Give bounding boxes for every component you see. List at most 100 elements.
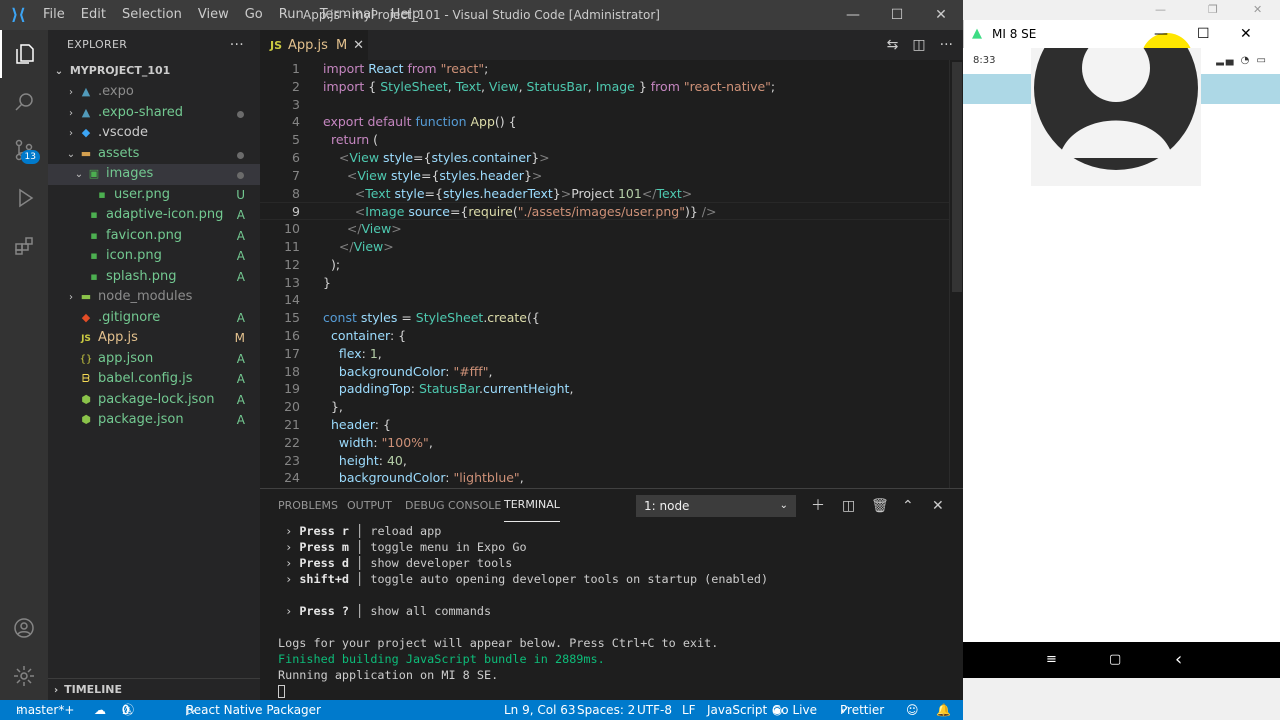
outer-minimize-icon[interactable]: —: [1155, 0, 1166, 20]
chevron-down-icon: ⌄: [74, 169, 84, 180]
code-line[interactable]: 11 </View>: [260, 238, 950, 256]
code-line[interactable]: 1 import React from "react";: [260, 60, 950, 78]
tab-app-js[interactable]: JS App.js M ✕: [260, 30, 368, 60]
home-nav-icon[interactable]: ▢: [1109, 642, 1121, 678]
tree-item-favicon[interactable]: ▪ favicon.png A: [48, 226, 260, 247]
tree-item-package-lock[interactable]: ⬢ package-lock.json A: [48, 390, 260, 411]
sync-icon[interactable]: ☁: [94, 700, 106, 720]
code-line[interactable]: 16 container: {: [260, 327, 950, 345]
terminal-output[interactable]: › Press r │ reload app › Press m │ toggl…: [278, 523, 768, 699]
emulator-minimize-button[interactable]: —: [1154, 20, 1168, 48]
search-icon[interactable]: [0, 78, 48, 126]
outer-close-icon[interactable]: ✕: [1253, 0, 1262, 20]
code-line[interactable]: 12 );: [260, 256, 950, 274]
tree-item-vscode[interactable]: › ◆ .vscode: [48, 123, 260, 144]
tree-item-node-modules[interactable]: › ▬ node_modules: [48, 287, 260, 308]
code-line[interactable]: 10 </View>: [260, 220, 950, 238]
back-nav-icon[interactable]: ‹: [1175, 642, 1182, 678]
tree-item-gitignore[interactable]: ◆ .gitignore A: [48, 308, 260, 329]
code-line[interactable]: 6 <View style={styles.container}>: [260, 149, 950, 167]
code-line[interactable]: 21 header: {: [260, 416, 950, 434]
outer-restore-icon[interactable]: ❐: [1208, 0, 1218, 20]
close-button[interactable]: ✕: [919, 0, 963, 30]
tree-item-adaptive-icon[interactable]: ▪ adaptive-icon.png A: [48, 205, 260, 226]
chevron-up-icon[interactable]: ⌃: [902, 489, 914, 523]
code-line[interactable]: 23 height: 40,: [260, 452, 950, 470]
code-line[interactable]: 7 <View style={styles.header}>: [260, 167, 950, 185]
code-line[interactable]: 8 <Text style={styles.headerText}>Projec…: [260, 185, 950, 203]
new-terminal-icon[interactable]: ＋: [811, 489, 825, 523]
tree-item-package-json[interactable]: ⬢ package.json A: [48, 410, 260, 431]
language-mode[interactable]: JavaScript: [707, 700, 767, 720]
code-line[interactable]: 4 export default function App() {: [260, 113, 950, 131]
scrollbar-thumb[interactable]: [952, 62, 962, 292]
close-panel-icon[interactable]: ✕: [932, 489, 944, 523]
code-line[interactable]: 19 paddingTop: StatusBar.currentHeight,: [260, 380, 950, 398]
menu-selection[interactable]: Selection: [114, 0, 190, 30]
run-debug-icon[interactable]: [0, 174, 48, 222]
line-ending[interactable]: LF: [682, 700, 696, 720]
bell-icon[interactable]: 🔔: [936, 700, 951, 720]
menu-nav-icon[interactable]: ≡: [1046, 642, 1057, 678]
code-line[interactable]: 17 flex: 1,: [260, 345, 950, 363]
explorer-icon[interactable]: [0, 30, 48, 78]
tree-item-splash[interactable]: ▪ splash.png A: [48, 267, 260, 288]
emulator-close-button[interactable]: ✕: [1240, 20, 1252, 48]
code-line[interactable]: 5 return (: [260, 131, 950, 149]
encoding[interactable]: UTF-8: [637, 700, 672, 720]
feedback-icon[interactable]: ☺: [906, 700, 919, 720]
maximize-button[interactable]: ☐: [875, 0, 919, 30]
account-icon[interactable]: [0, 604, 48, 652]
trash-icon[interactable]: 🗑: [871, 489, 889, 523]
terminal-select[interactable]: 1: node ⌄: [636, 495, 796, 517]
split-editor-icon[interactable]: ◫: [912, 30, 925, 60]
source-control-icon[interactable]: 13: [0, 126, 48, 174]
code-line[interactable]: 3: [260, 96, 950, 114]
tree-item-expo-shared[interactable]: › ▲ .expo-shared: [48, 103, 260, 124]
settings-gear-icon[interactable]: [0, 652, 48, 700]
close-tab-icon[interactable]: ✕: [353, 38, 364, 53]
open-changes-icon[interactable]: ⇆: [887, 30, 899, 60]
tab-output[interactable]: OUTPUT: [347, 489, 392, 523]
tree-item-app-js[interactable]: JS App.js M: [48, 328, 260, 349]
menu-view[interactable]: View: [190, 0, 237, 30]
more-actions-icon[interactable]: ···: [230, 30, 244, 60]
tab-debug-console[interactable]: DEBUG CONSOLE: [405, 489, 501, 523]
code-line[interactable]: 2 import { StyleSheet, Text, View, Status…: [260, 78, 950, 96]
tab-terminal[interactable]: TERMINAL: [504, 489, 560, 522]
extensions-icon[interactable]: [0, 222, 48, 270]
code-line[interactable]: 20 },: [260, 398, 950, 416]
code-line[interactable]: 15 const styles = StyleSheet.create({: [260, 309, 950, 327]
menu-edit[interactable]: Edit: [73, 0, 114, 30]
tab-problems[interactable]: PROBLEMS: [278, 489, 338, 523]
split-terminal-icon[interactable]: ◫: [842, 489, 855, 523]
code-line[interactable]: 22 width: "100%",: [260, 434, 950, 452]
timeline-section[interactable]: › TIMELINE: [48, 678, 260, 700]
tree-item-assets[interactable]: ⌄ ▬ assets: [48, 144, 260, 165]
code-line[interactable]: 14: [260, 291, 950, 309]
tree-item-icon-png[interactable]: ▪ icon.png A: [48, 246, 260, 267]
code-line[interactable]: 9 <Image source={require("./assets/image…: [260, 202, 950, 221]
tree-item-label: splash.png: [106, 268, 177, 284]
menu-file[interactable]: File: [35, 0, 73, 30]
code-line[interactable]: 24 backgroundColor: "lightblue",: [260, 469, 950, 487]
tree-item-expo[interactable]: › ▲ .expo: [48, 82, 260, 103]
tree-item-images[interactable]: ⌄ ▣ images: [48, 164, 260, 185]
tree-item-babel-config[interactable]: ᗷ babel.config.js A: [48, 369, 260, 390]
menu-help[interactable]: Help: [383, 0, 429, 30]
project-folder[interactable]: ⌄ MYPROJECT_101: [48, 60, 260, 82]
cursor-position[interactable]: Ln 9, Col 63: [504, 700, 576, 720]
code-line[interactable]: 13}: [260, 274, 950, 292]
indentation[interactable]: Spaces: 2: [577, 700, 635, 720]
code-line[interactable]: 18 backgroundColor: "#fff",: [260, 363, 950, 381]
code-editor[interactable]: 1 import React from "react"; 2 import { Sty…: [260, 60, 950, 488]
menu-go[interactable]: Go: [237, 0, 271, 30]
tree-item-app-json[interactable]: {} app.json A: [48, 349, 260, 370]
editor-scrollbar[interactable]: [949, 60, 963, 488]
tree-item-user-png[interactable]: ▪ user.png U: [48, 185, 260, 206]
more-actions-icon[interactable]: ···: [940, 30, 953, 60]
emulator-maximize-button[interactable]: ☐: [1197, 20, 1210, 48]
menu-terminal[interactable]: Terminal: [312, 0, 383, 30]
menu-run[interactable]: Run: [271, 0, 312, 30]
minimize-button[interactable]: —: [831, 0, 875, 30]
